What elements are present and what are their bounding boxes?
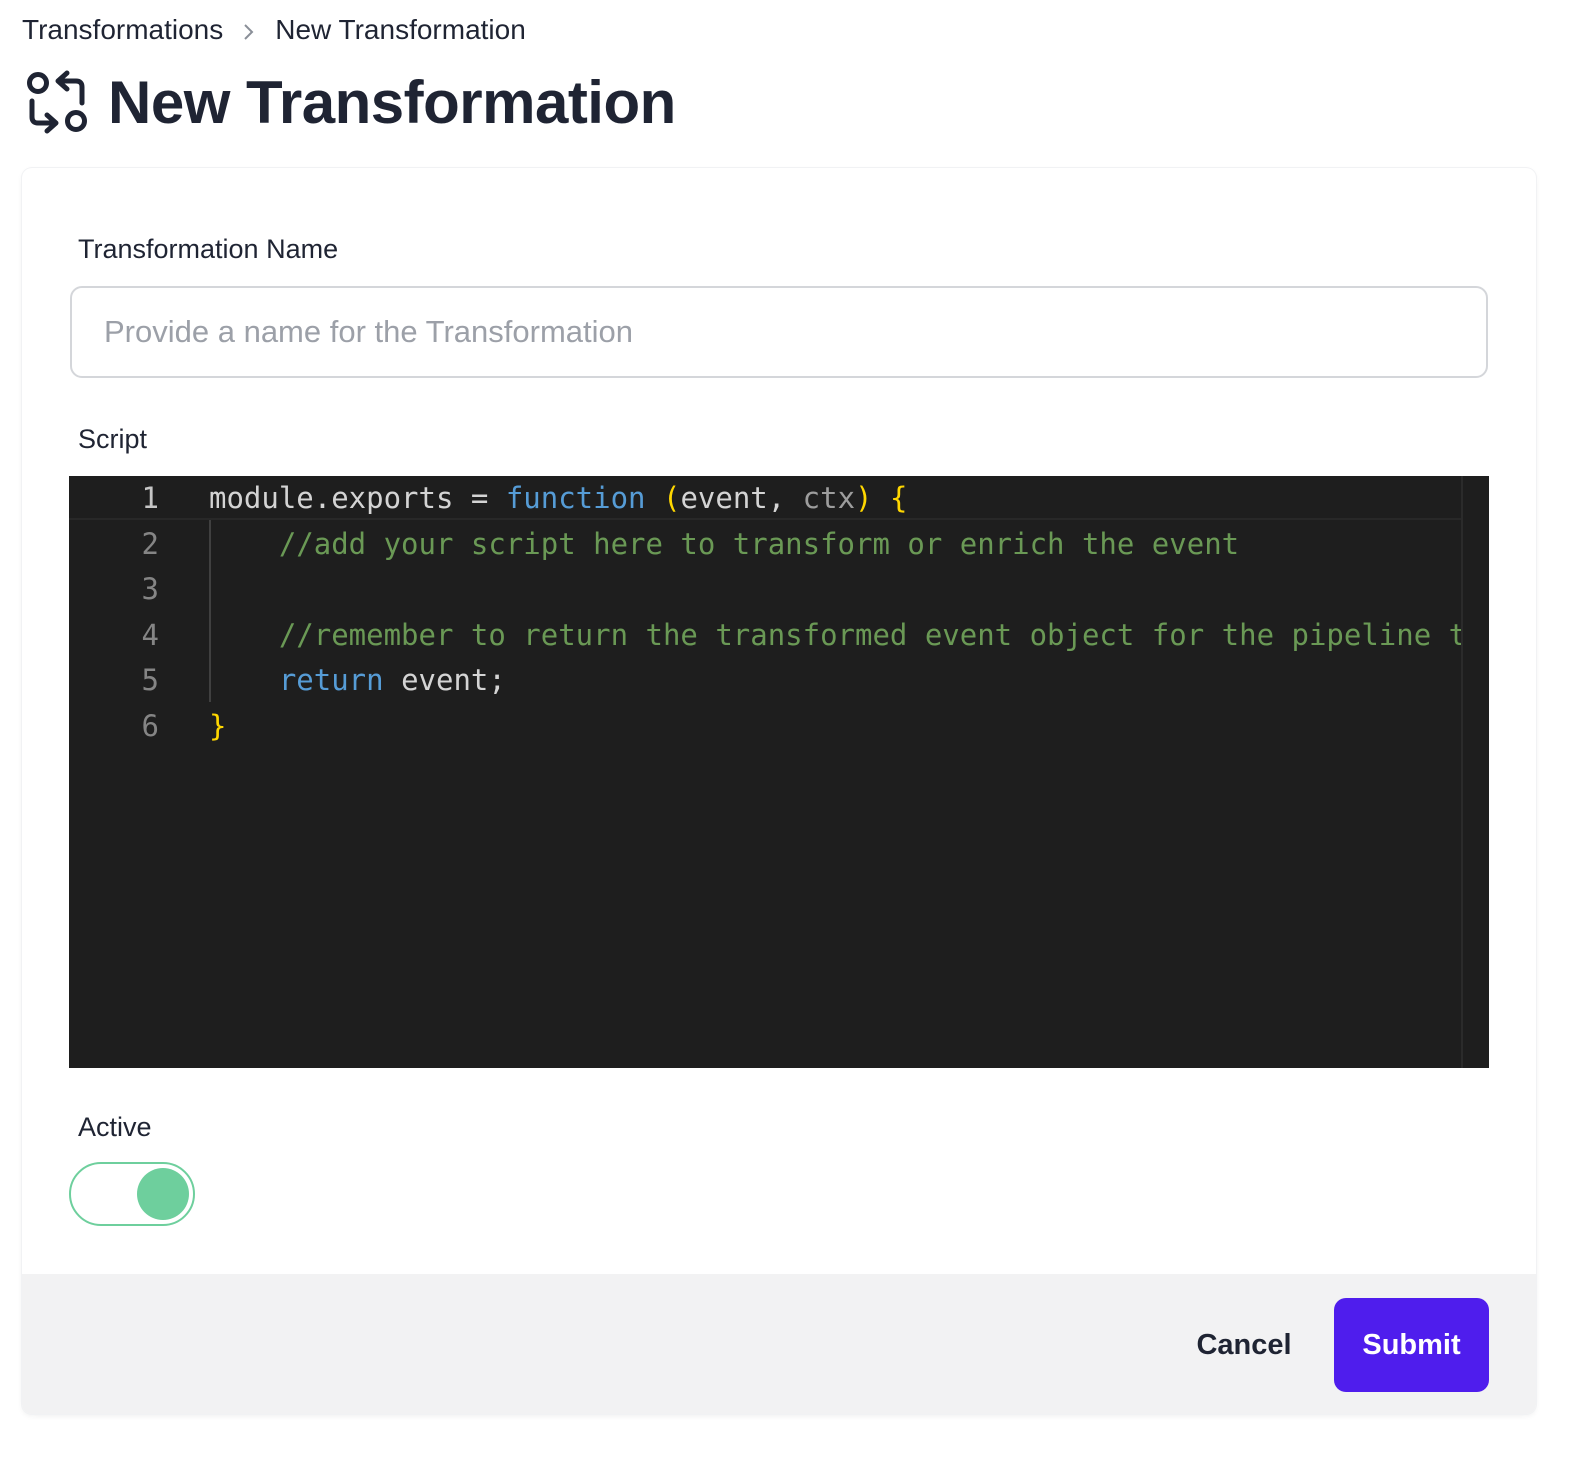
code-text: //remember to return the transformed eve… [278,617,1461,652]
page-header: New Transformation [24,62,676,142]
breadcrumb-current: New Transformation [275,14,526,45]
submit-button[interactable]: Submit [1334,1298,1489,1392]
line-number: 6 [141,708,159,743]
code-text: //add your script here to transform or e… [209,526,1240,561]
code-line: 6} [69,704,1461,749]
transformation-name-label: Transformation Name [78,234,339,264]
toggle-knob [137,1168,189,1220]
cancel-button[interactable]: Cancel [1174,1298,1314,1392]
breadcrumb-link-transformations[interactable]: Transformations [22,14,223,46]
code-line: 2 //add your script here to transform or… [69,522,1461,567]
line-number: 5 [141,663,159,697]
code-line: 4 //remember to return the transformed e… [69,613,1461,658]
chevron-right-icon [223,14,275,46]
form-footer: Cancel Submit [22,1274,1536,1414]
breadcrumb: Transformations New Transformation [22,10,526,50]
code-line: 5 return event; [69,658,1461,703]
script-editor[interactable]: 1 module.exports = function (event, ctx) … [69,476,1489,1068]
script-label: Script [78,424,148,454]
code-text: module.exports = function (event, ctx) { [209,481,908,515]
line-number: 2 [141,526,159,561]
code-text: } [209,708,227,743]
code-text: return event; [278,663,506,697]
transformation-name-input[interactable] [70,286,1488,378]
editor-scrollbar[interactable] [1461,476,1489,1068]
transformation-swap-icon [27,70,87,134]
line-number: 4 [141,617,159,652]
line-number: 1 [141,481,159,515]
active-toggle[interactable] [69,1162,195,1226]
active-label: Active [78,1112,152,1142]
code-line: 3 [69,567,1461,612]
transformation-form-card: Transformation Name Script 1 module.expor… [22,168,1536,1414]
code-line: 1 module.exports = function (event, ctx) … [69,476,1461,521]
page-title: New Transformation [108,68,676,136]
line-number: 3 [141,572,159,606]
page: Transformations New Transformation New T… [0,0,1586,1462]
